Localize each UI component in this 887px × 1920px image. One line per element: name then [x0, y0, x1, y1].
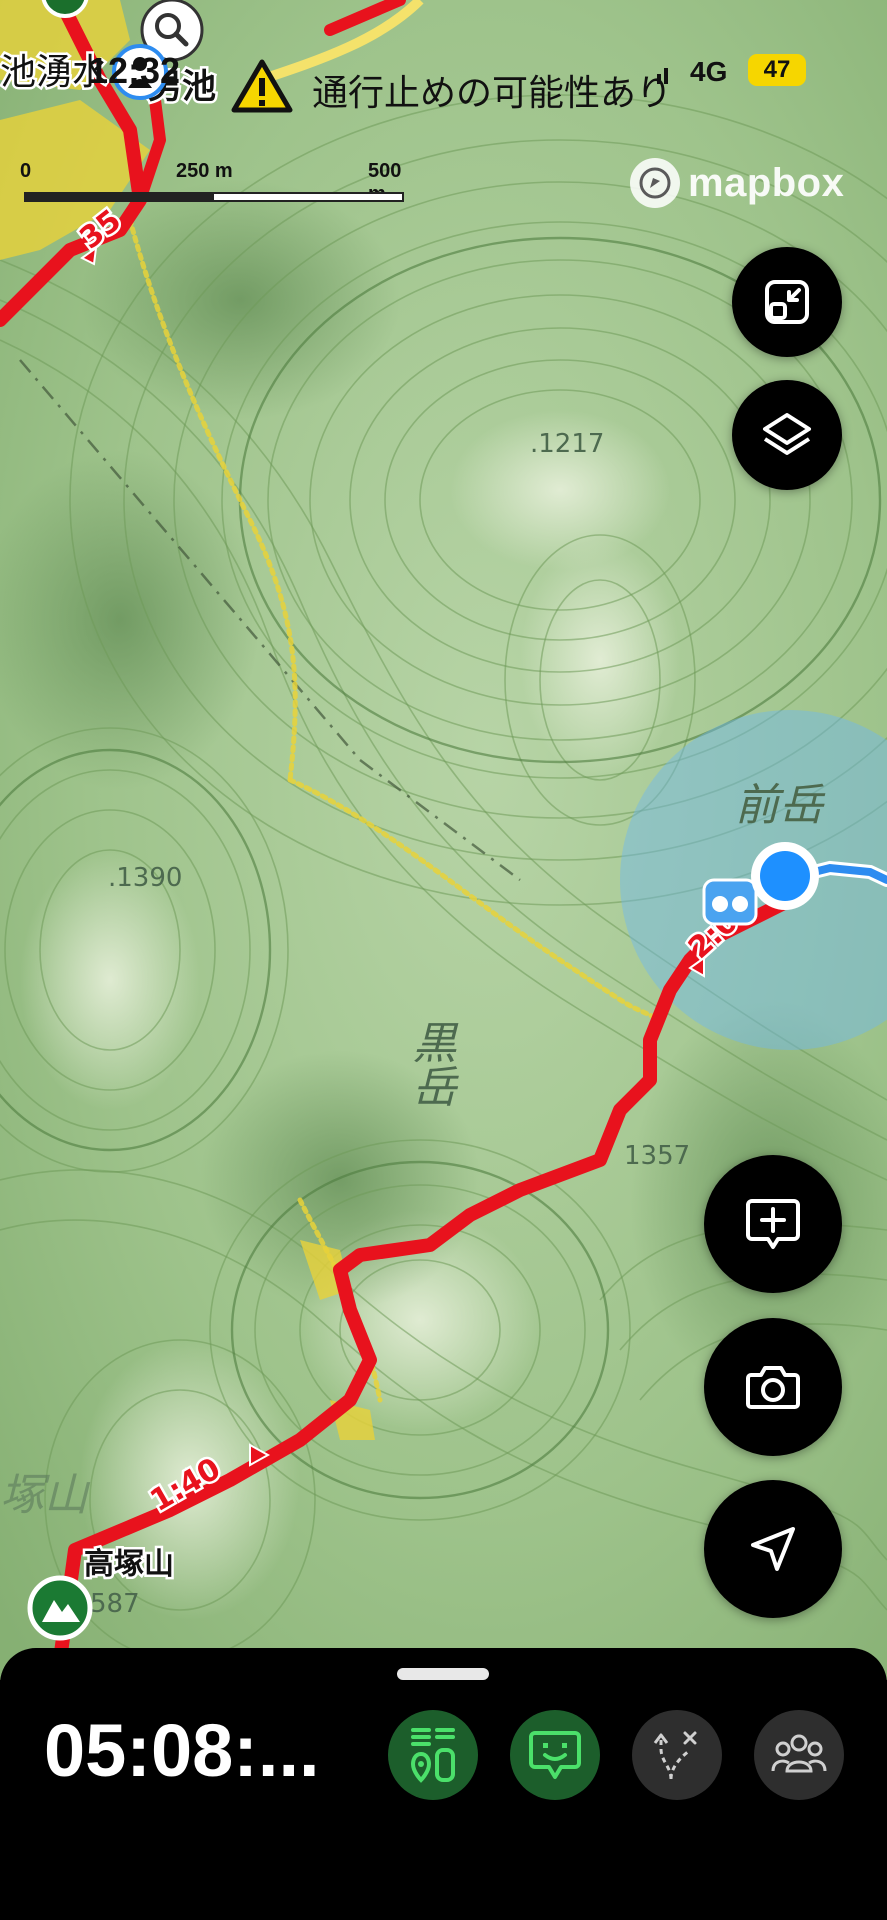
map-screen: 35 2:00 1:40 池湧水 男池 前岳 黒岳 高塚山 塚山 .1217 .…	[0, 0, 887, 1920]
status-time: 12:32	[88, 50, 181, 91]
collapse-icon	[765, 280, 809, 324]
label-front-peak: 前岳	[735, 780, 826, 831]
network-type: 4G	[690, 56, 728, 87]
pace-button[interactable]	[388, 1710, 478, 1800]
elapsed-time: 05:08:...	[44, 1709, 320, 1792]
viewpoint-marker[interactable]	[702, 878, 758, 926]
elevation-1357: 1357	[624, 1141, 690, 1171]
collapse-map-button[interactable]	[732, 247, 842, 357]
label-takatsukayama: 高塚山	[84, 1547, 174, 1582]
closure-warning-text: 通行止めの可能性あり	[312, 73, 673, 114]
mapbox-logo[interactable]: mapbox	[630, 158, 844, 208]
map-scale-bar: 0 250 m 500 m	[20, 160, 410, 210]
elevation-1587: 587	[90, 1589, 140, 1619]
map-layers-button[interactable]	[732, 380, 842, 490]
face-message-icon	[529, 1731, 581, 1779]
scale-label-0: 0	[20, 160, 32, 182]
camera-icon	[746, 1366, 800, 1409]
add-note-icon	[746, 1199, 800, 1249]
navigation-arrow-icon	[751, 1527, 795, 1571]
battery-indicator: 47	[748, 54, 806, 86]
face-message-button[interactable]	[510, 1710, 600, 1800]
summit-marker[interactable]	[27, 1575, 93, 1641]
layers-icon	[763, 413, 811, 455]
scale-bar-track	[24, 192, 404, 202]
warning-triangle-icon	[231, 59, 293, 113]
elevation-1390: .1390	[108, 863, 182, 893]
elevation-1217: .1217	[530, 429, 604, 459]
sheet-drag-handle[interactable]	[397, 1668, 489, 1680]
group-icon	[771, 1734, 827, 1773]
activity-bottom-sheet[interactable]: 05:08:...	[0, 1648, 887, 1920]
route-deviation-button[interactable]	[632, 1710, 722, 1800]
route-deviation-icon	[653, 1731, 697, 1780]
current-location-dot	[751, 842, 819, 910]
scale-label-250: 250 m	[176, 160, 233, 182]
scale-bar-fill	[26, 194, 214, 200]
mapbox-wordmark: mapbox	[688, 160, 845, 205]
group-button[interactable]	[754, 1710, 844, 1800]
pace-icon	[410, 1728, 455, 1783]
locate-me-button[interactable]	[704, 1480, 842, 1618]
add-note-button[interactable]	[704, 1155, 842, 1293]
label-kurodake: 黒岳	[405, 1020, 456, 1108]
camera-button[interactable]	[704, 1318, 842, 1456]
mapbox-mark-icon	[630, 158, 680, 208]
label-takatsuka-faded: 塚山	[0, 1470, 91, 1521]
